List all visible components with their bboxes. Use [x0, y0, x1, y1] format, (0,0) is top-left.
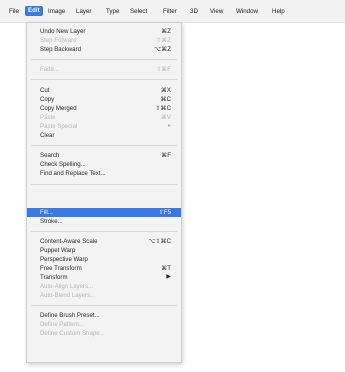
shortcut-label: ⌥⌘Z	[154, 46, 171, 53]
menu-item-cut[interactable]: Cut ⌘X	[27, 86, 181, 95]
menu-item-search[interactable]: Search ⌘F	[27, 151, 181, 160]
shortcut-label: ⌘C	[160, 96, 172, 103]
menu-item-label: Paste	[40, 114, 56, 121]
menu-item-copy-merged[interactable]: Copy Merged ⇧⌘C	[27, 104, 181, 113]
menu-item-label: Content-Aware Scale	[40, 238, 98, 245]
menu-bar: File Edit Image Layer Type Select Filter…	[0, 0, 345, 23]
menu-item-find-replace[interactable]: Find and Replace Text...	[27, 169, 181, 178]
menu-item-auto-align-layers[interactable]: Auto-Align Layers...	[27, 282, 181, 291]
menu-item-paste-special[interactable]: Paste Special ▸	[27, 122, 181, 131]
menu-item-label: Check Spelling...	[40, 161, 86, 168]
menu-separator	[31, 59, 177, 60]
menu-item-label: Auto-Align Layers...	[40, 283, 94, 290]
menu-item-clear[interactable]: Clear	[27, 131, 181, 140]
menu-window[interactable]: Window	[236, 7, 258, 16]
menu-item-paste[interactable]: Paste ⌘V	[27, 113, 181, 122]
menu-item-define-brush-preset[interactable]: Define Brush Preset...	[27, 311, 181, 320]
shortcut-label: ⇧F5	[158, 209, 171, 216]
menu-item-label: Define Brush Preset...	[40, 312, 100, 319]
menu-item-puppet-warp[interactable]: Puppet Warp	[27, 246, 181, 255]
menu-item-step-backward[interactable]: Step Backward ⌥⌘Z	[27, 45, 181, 54]
shortcut-label: ⌘F	[161, 152, 171, 159]
shortcut-label: ⌘V	[160, 114, 171, 121]
menu-item-fade[interactable]: Fade... ⇧⌘F	[27, 65, 181, 74]
shortcut-label: ⇧⌘F	[156, 66, 171, 73]
menu-item-label: Undo New Layer	[40, 28, 86, 35]
edit-menu-dropdown: Undo New Layer ⌘Z Step Forward ⇧⌘Z Step …	[26, 22, 182, 363]
menu-select[interactable]: Select	[130, 7, 147, 16]
menu-image[interactable]: Image	[48, 7, 65, 16]
menu-item-label: Copy	[40, 96, 55, 103]
menu-item-label: Free Transform	[40, 265, 82, 272]
shortcut-label: ⌘X	[160, 87, 171, 94]
shortcut-label: ⌘T	[161, 265, 171, 272]
menu-separator	[31, 184, 177, 185]
menu-item-step-forward[interactable]: Step Forward ⇧⌘Z	[27, 36, 181, 45]
menu-item-fill[interactable]: Fill... ⇧F5	[27, 208, 181, 217]
menu-item-label: Copy Merged	[40, 105, 77, 112]
menu-item-label: Clear	[40, 132, 55, 139]
shortcut-label: ⌘Z	[161, 28, 171, 35]
menu-item-label: Cut	[40, 87, 50, 94]
menu-item-label: Step Forward	[40, 37, 77, 44]
menu-layer[interactable]: Layer	[76, 7, 91, 16]
menu-edit[interactable]: Edit	[25, 6, 43, 16]
menu-item-auto-blend-layers[interactable]: Auto-Blend Layers...	[27, 291, 181, 300]
menu-item-define-pattern[interactable]: Define Pattern...	[27, 320, 181, 329]
menu-item-label: Perspective Warp	[40, 256, 88, 263]
menu-item-define-custom-shape[interactable]: Define Custom Shape...	[27, 329, 181, 338]
menu-item-label: Fill...	[40, 209, 53, 216]
menu-item-label: Find and Replace Text...	[40, 170, 106, 177]
shortcut-label: ⌥⇧⌘C	[148, 238, 171, 245]
menu-item-copy[interactable]: Copy ⌘C	[27, 95, 181, 104]
menu-item-label: Stroke...	[40, 218, 63, 225]
menu-item-label: Search	[40, 152, 60, 159]
menu-file[interactable]: File	[9, 7, 19, 16]
menu-item-label: Auto-Blend Layers...	[40, 292, 96, 299]
menu-separator	[31, 79, 177, 80]
shortcut-label: ⇧⌘Z	[156, 37, 171, 44]
menu-item-label: Paste Special	[40, 123, 78, 130]
menu-item-check-spelling[interactable]: Check Spelling...	[27, 160, 181, 169]
menu-separator	[31, 145, 177, 146]
menu-help[interactable]: Help	[272, 7, 285, 16]
menu-item-free-transform[interactable]: Free Transform ⌘T	[27, 264, 181, 273]
menu-item-label: Fade...	[40, 66, 59, 73]
menu-3d[interactable]: 3D	[190, 7, 198, 16]
menu-separator	[31, 231, 177, 232]
menu-separator	[31, 305, 177, 306]
menu-item-label: Define Pattern...	[40, 321, 85, 328]
menu-type[interactable]: Type	[106, 7, 119, 16]
menu-view[interactable]: View	[210, 7, 223, 16]
menu-item-label: Define Custom Shape...	[40, 330, 105, 337]
shortcut-label: ⇧⌘C	[155, 105, 171, 112]
menu-filter[interactable]: Filter	[163, 7, 177, 16]
menu-item-stroke[interactable]: Stroke...	[27, 217, 181, 226]
submenu-arrow-icon: ▸	[167, 123, 171, 129]
menu-item-content-aware-scale[interactable]: Content-Aware Scale ⌥⇧⌘C	[27, 237, 181, 246]
menu-item-perspective-warp[interactable]: Perspective Warp	[27, 255, 181, 264]
menu-item-label: Step Backward	[40, 46, 81, 53]
menu-item-transform[interactable]: Transform ▶	[27, 273, 181, 282]
menu-item-label: Transform	[40, 274, 68, 281]
menu-item-undo-new-layer[interactable]: Undo New Layer ⌘Z	[27, 27, 181, 36]
menu-item-label: Puppet Warp	[40, 247, 76, 254]
submenu-arrow-icon: ▶	[166, 274, 171, 280]
